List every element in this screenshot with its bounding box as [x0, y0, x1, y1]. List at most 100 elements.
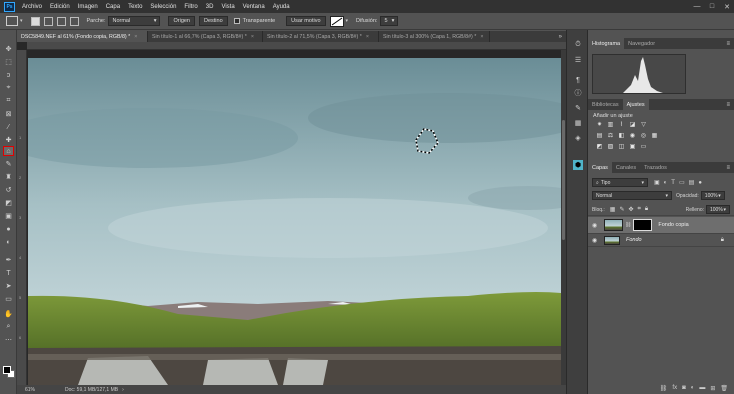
transparente-checkbox[interactable] — [233, 18, 240, 24]
threshold-icon[interactable]: ◫ — [618, 143, 625, 150]
pen-icon[interactable]: ✒ — [3, 255, 14, 265]
close-tab-icon[interactable]: × — [366, 34, 369, 40]
panel-menu-icon[interactable]: ≡ — [726, 165, 734, 171]
document-tab[interactable]: DSC5849.NEF al 61% (Fondo copia, RGB/8) … — [17, 31, 148, 42]
posterize-icon[interactable]: ▨ — [607, 143, 614, 150]
intersect-selection-icon[interactable] — [69, 16, 79, 26]
hand-icon[interactable]: ✋ — [3, 309, 14, 319]
brush-settings-icon[interactable]: ✎ — [573, 103, 583, 113]
difusion-select[interactable]: 5 ▾ — [380, 16, 399, 26]
invert-icon[interactable]: ◩ — [596, 143, 603, 150]
layer-row[interactable]: ◉ ⛓ Fondo copia — [588, 217, 734, 234]
usar-motivo-button[interactable]: Usar motivo — [286, 16, 326, 26]
layer-name[interactable]: Fondo copia — [658, 222, 688, 228]
fill-input[interactable]: 100% ▾ — [706, 205, 730, 214]
crop-icon[interactable]: ⌗ — [3, 96, 14, 106]
type-icon[interactable]: T — [3, 268, 14, 278]
tab-ajustes[interactable]: Ajustes — [622, 99, 649, 110]
maximize-button[interactable]: □ — [705, 0, 719, 13]
document-canvas[interactable] — [28, 58, 561, 385]
add-mask-icon[interactable]: ◙ — [682, 385, 686, 391]
link-icon[interactable]: ⛓ — [625, 222, 631, 228]
gradient-icon[interactable]: ▣ — [3, 211, 14, 221]
dodge-icon[interactable]: ◐ — [3, 237, 14, 247]
history-brush-icon[interactable]: ↺ — [3, 185, 14, 195]
info-icon[interactable]: ⓘ — [573, 88, 583, 98]
history-icon[interactable]: ⏱ — [573, 40, 583, 50]
patch-icon[interactable]: ⌂ — [3, 146, 14, 156]
mask-thumbnail[interactable] — [633, 219, 653, 231]
trash-icon[interactable]: 🗑︎ — [720, 385, 728, 392]
tab-capas[interactable]: Capas — [588, 162, 612, 173]
color-balance-icon[interactable]: ⚖ — [607, 132, 614, 139]
origen-button[interactable]: Origen — [168, 16, 195, 26]
hue-saturation-icon[interactable]: ▤ — [596, 132, 603, 139]
chevron-down-icon[interactable]: ▾ — [20, 18, 23, 24]
blur-icon[interactable]: ● — [3, 224, 14, 234]
quick-select-icon[interactable]: ⌖ — [3, 83, 14, 93]
frame-icon[interactable]: ⊠ — [3, 109, 14, 119]
chevron-down-icon[interactable]: ▾ — [346, 18, 349, 24]
menu-vista[interactable]: Vista — [217, 4, 238, 10]
menu-edicion[interactable]: Edición — [46, 4, 74, 10]
filter-toggle-icon[interactable]: ● — [698, 180, 702, 186]
minimize-button[interactable]: — — [690, 0, 704, 13]
close-window-button[interactable]: ✕ — [720, 0, 734, 13]
eye-icon[interactable]: ◉ — [592, 222, 601, 229]
channel-mixer-icon[interactable]: ◎ — [640, 132, 647, 139]
path-select-icon[interactable]: ➤ — [3, 281, 14, 291]
new-group-icon[interactable]: ▬ — [699, 385, 705, 391]
close-tab-icon[interactable]: × — [480, 34, 483, 40]
tool-preset-icon[interactable] — [6, 16, 18, 26]
panel-menu-icon[interactable]: ≡ — [726, 102, 734, 108]
tab-histograma[interactable]: Histograma — [588, 38, 625, 49]
menu-imagen[interactable]: Imagen — [74, 4, 102, 10]
panel-menu-icon[interactable]: ≡ — [726, 41, 734, 47]
close-tab-icon[interactable]: × — [134, 34, 137, 40]
black-white-icon[interactable]: ◧ — [618, 132, 625, 139]
menu-seleccion[interactable]: Selección — [146, 4, 180, 10]
layer-filter-select[interactable]: ⌕ Tipo ▾ — [592, 178, 648, 187]
eye-icon[interactable]: ◉ — [592, 237, 601, 244]
zoom-icon[interactable]: ⌕ — [3, 322, 14, 332]
new-layer-icon[interactable]: ⊞ — [710, 385, 715, 392]
swatches-icon[interactable]: ▦ — [573, 118, 583, 128]
parche-select[interactable]: Normal ▾ — [108, 16, 161, 26]
eraser-icon[interactable]: ◩ — [3, 198, 14, 208]
menu-ayuda[interactable]: Ayuda — [269, 4, 294, 10]
shape-icon[interactable]: ▭ — [3, 294, 14, 304]
menu-filtro[interactable]: Filtro — [180, 4, 201, 10]
document-tab[interactable]: Sin título-1 al 66,7% (Capa 3, RGB/8#) *… — [148, 31, 263, 42]
lock-transparent-icon[interactable]: ▦ — [610, 206, 616, 213]
plugin-icon[interactable]: ⬢ — [573, 160, 583, 170]
menu-3d[interactable]: 3D — [202, 4, 218, 10]
link-layers-icon[interactable]: ⛓ — [660, 385, 668, 392]
eyedropper-icon[interactable]: ⁄ — [3, 122, 14, 132]
tab-bibliotecas[interactable]: Bibliotecas — [588, 99, 623, 110]
menu-archivo[interactable]: Archivo — [18, 4, 46, 10]
marquee-icon[interactable]: ⬚ — [3, 57, 14, 67]
gradient-map-icon[interactable]: ▭ — [640, 143, 647, 150]
document-tab[interactable]: Sin título-2 al 71,5% (Capa 3, RGB/8#) *… — [263, 31, 379, 42]
new-adjustment-icon[interactable]: ◐ — [691, 385, 695, 391]
styles-icon[interactable]: ◈ — [573, 133, 583, 143]
menu-texto[interactable]: Texto — [124, 4, 146, 10]
selective-color-icon[interactable]: ▣ — [629, 143, 636, 150]
photo-filter-icon[interactable]: ◉ — [629, 132, 636, 139]
curves-icon[interactable]: ⌇ — [618, 121, 625, 128]
lock-image-icon[interactable]: ✎ — [619, 206, 624, 213]
layer-row[interactable]: ◉ Fondo 🔒︎ — [588, 234, 734, 247]
scrollbar-thumb[interactable] — [562, 120, 565, 240]
levels-icon[interactable]: ▥ — [607, 121, 614, 128]
lock-all-icon[interactable]: 🔒︎ — [645, 206, 648, 213]
tabs-overflow-icon[interactable]: » — [559, 31, 566, 42]
new-selection-icon[interactable] — [30, 16, 40, 26]
properties-icon[interactable]: ☰ — [573, 55, 583, 65]
lasso-icon[interactable]: ↄ — [3, 70, 14, 80]
subtract-selection-icon[interactable] — [56, 16, 66, 26]
tab-trazados[interactable]: Trazados — [640, 162, 671, 173]
document-tab[interactable]: Sin título-3 al 300% (Capa 1, RGB/8#) * × — [379, 31, 490, 42]
add-selection-icon[interactable] — [43, 16, 53, 26]
stamp-icon[interactable]: ♜ — [3, 172, 14, 182]
move-icon[interactable]: ✥ — [3, 44, 14, 54]
